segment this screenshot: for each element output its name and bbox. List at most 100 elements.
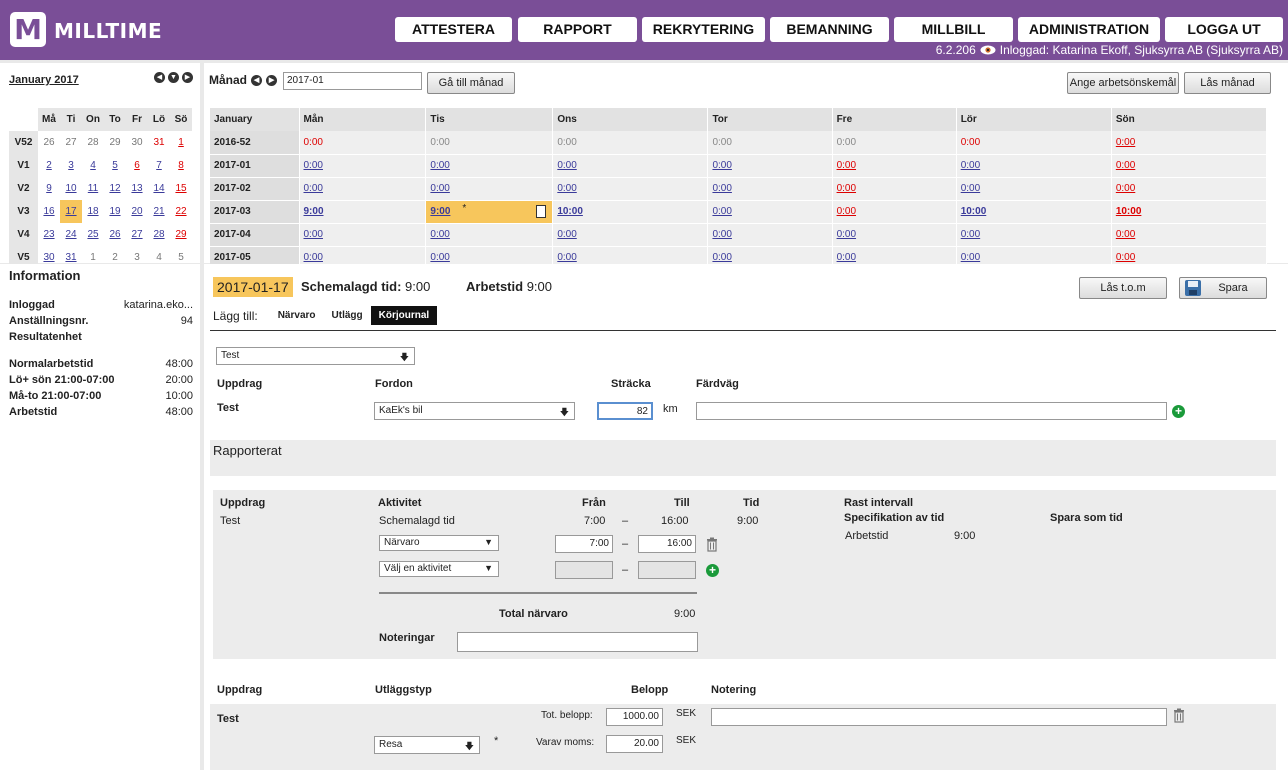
calendar-day-cell[interactable]: 29	[104, 131, 126, 154]
lock-until-button[interactable]: Lås t.o.m	[1079, 277, 1167, 299]
month-day-value[interactable]: 0:00	[712, 160, 731, 171]
choose-activity-select[interactable]: Välj en aktivitet ▼	[379, 561, 499, 577]
calendar-day-cell[interactable]: 12	[104, 177, 126, 200]
month-day-value[interactable]: 9:00	[430, 206, 450, 217]
calendar-day-cell[interactable]: 13	[126, 177, 148, 200]
calendar-day-cell[interactable]: 10	[60, 177, 82, 200]
route-input[interactable]	[696, 402, 1167, 420]
month-input[interactable]: 2017-01	[283, 72, 422, 90]
month-day-value[interactable]: 0:00	[304, 160, 323, 171]
month-day-value[interactable]: 0:00	[712, 206, 731, 217]
calendar-day-cell[interactable]: 26	[38, 131, 60, 154]
month-day-value[interactable]: 0:00	[961, 160, 980, 171]
month-day-value[interactable]: 0:00	[1116, 160, 1135, 171]
calendar-day-cell[interactable]: 22	[170, 200, 192, 223]
month-day-cell[interactable]: 0:00	[552, 177, 709, 201]
tab-narvaro[interactable]: Närvaro	[270, 306, 324, 325]
month-day-value[interactable]: 0:00	[837, 252, 856, 263]
month-day-value[interactable]: 0:00	[304, 252, 323, 263]
calendar-day-cell[interactable]: 11	[82, 177, 104, 200]
month-day-cell[interactable]: 0:00	[552, 131, 709, 155]
calendar-day[interactable]: 26	[109, 229, 120, 240]
calendar-day[interactable]: 11	[88, 183, 98, 194]
calendar-day-cell[interactable]: 31	[148, 131, 170, 154]
next-month-icon[interactable]: ▶	[182, 72, 193, 83]
month-day-cell[interactable]: 0:00	[956, 223, 1112, 247]
calendar-day[interactable]: 3	[68, 160, 74, 171]
utlagg-note-input[interactable]	[711, 708, 1167, 726]
calendar-day-cell[interactable]: 6	[126, 154, 148, 177]
next-month-arrow-icon[interactable]: ▶	[266, 74, 278, 86]
month-day-value[interactable]: 10:00	[961, 206, 987, 217]
month-day-cell[interactable]: 0:00	[707, 223, 833, 247]
calendar-day-cell[interactable]: 25	[82, 223, 104, 246]
calendar-day[interactable]: 20	[131, 206, 142, 217]
calendar-day[interactable]: 14	[153, 183, 164, 194]
month-day-cell[interactable]: 0:00	[552, 223, 709, 247]
calendar-day[interactable]: 27	[65, 137, 76, 148]
calendar-day[interactable]: 4	[156, 252, 162, 263]
calendar-day[interactable]: 15	[175, 183, 186, 194]
calendar-day[interactable]: 30	[43, 252, 54, 263]
month-day-value[interactable]: 0:00	[712, 183, 731, 194]
calendar-day[interactable]: 31	[153, 137, 164, 148]
calendar-day[interactable]: 31	[65, 252, 76, 263]
to-time-input[interactable]: 16:00	[638, 535, 696, 553]
month-day-cell[interactable]: 0:00	[956, 177, 1112, 201]
save-button[interactable]: Spara	[1179, 277, 1267, 299]
month-day-value[interactable]: 9:00	[304, 206, 324, 217]
calendar-day-cell[interactable]: 8	[170, 154, 192, 177]
nav-bemanning[interactable]: BEMANNING	[770, 17, 889, 42]
month-day-value[interactable]: 0:00	[430, 160, 449, 171]
month-day-cell[interactable]: 0:00	[1111, 223, 1268, 247]
add-route-icon[interactable]: +	[1172, 405, 1185, 418]
month-day-cell[interactable]: 0:00	[707, 131, 833, 155]
calendar-day[interactable]: 7	[156, 160, 162, 171]
calendar-day-cell[interactable]: 3	[60, 154, 82, 177]
calendar-day-cell[interactable]: 23	[38, 223, 60, 246]
calendar-day-cell[interactable]: 28	[148, 223, 170, 246]
notes-input[interactable]	[457, 632, 698, 652]
calendar-day-cell[interactable]: 19	[104, 200, 126, 223]
calendar-day[interactable]: 6	[134, 160, 140, 171]
calendar-day[interactable]: 28	[153, 229, 164, 240]
month-day-cell[interactable]: 0:00	[707, 200, 833, 224]
month-day-cell[interactable]: 0:00	[832, 154, 957, 178]
calendar-day-cell[interactable]: 16	[38, 200, 60, 223]
month-day-cell[interactable]: 0:00	[299, 131, 427, 155]
month-day-cell[interactable]: 0:00	[832, 131, 957, 155]
month-day-cell[interactable]: 10:00	[552, 200, 709, 224]
tot-belopp-input[interactable]: 1000.00	[606, 708, 663, 726]
month-day-value[interactable]: 10:00	[1116, 206, 1142, 217]
calendar-day-cell[interactable]: 20	[126, 200, 148, 223]
month-day-cell[interactable]: 0:00	[707, 154, 833, 178]
month-day-value[interactable]: 0:00	[1116, 229, 1135, 240]
nav-attestera[interactable]: ATTESTERA	[395, 17, 512, 42]
month-day-cell[interactable]: 0:00	[299, 154, 427, 178]
nav-rapport[interactable]: RAPPORT	[518, 17, 637, 42]
month-day-value[interactable]: 0:00	[430, 229, 449, 240]
month-day-value[interactable]: 0:00	[557, 252, 576, 263]
month-day-value[interactable]: 0:00	[557, 160, 576, 171]
calendar-day[interactable]: 30	[131, 137, 142, 148]
month-day-cell[interactable]: 0:00	[832, 223, 957, 247]
calendar-day-cell[interactable]: 27	[126, 223, 148, 246]
dropdown-month-icon[interactable]: ▼	[168, 72, 179, 83]
calendar-day[interactable]: 23	[43, 229, 54, 240]
calendar-day[interactable]: 21	[153, 206, 164, 217]
expense-type-select[interactable]: Resa 🡇	[374, 736, 480, 754]
month-day-value[interactable]: 0:00	[837, 206, 856, 217]
goto-month-button[interactable]: Gå till månad	[427, 72, 515, 94]
nav-millbill[interactable]: MILLBILL	[894, 17, 1013, 42]
calendar-day[interactable]: 4	[90, 160, 96, 171]
calendar-day[interactable]: 27	[131, 229, 142, 240]
calendar-day-cell[interactable]: 30	[126, 131, 148, 154]
month-day-value[interactable]: 0:00	[1116, 252, 1135, 263]
month-day-cell[interactable]: 0:00	[299, 177, 427, 201]
eye-icon[interactable]	[980, 45, 996, 55]
calendar-day[interactable]: 16	[43, 206, 54, 217]
nav-rekrytering[interactable]: REKRYTERING	[642, 17, 765, 42]
tab-utlagg[interactable]: Utlägg	[324, 306, 371, 325]
month-day-value[interactable]: 0:00	[837, 183, 856, 194]
calendar-day[interactable]: 13	[131, 183, 142, 194]
